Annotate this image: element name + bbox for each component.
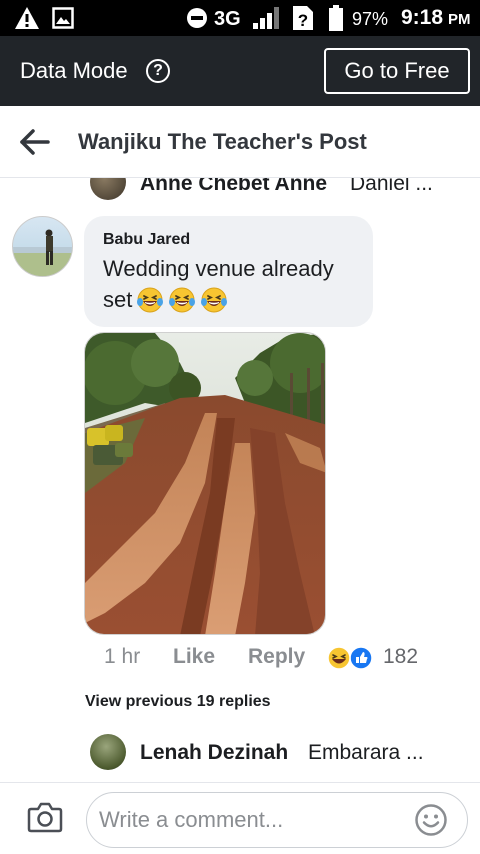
laughing-tears-icon (201, 287, 228, 313)
reaction-count[interactable]: 182 (383, 645, 418, 669)
laughing-tears-icon (137, 287, 164, 313)
clock-ampm: PM (448, 11, 471, 28)
comment-text-line: set (103, 286, 228, 314)
go-to-free-button[interactable]: Go to Free (324, 48, 470, 94)
comment-author-name[interactable]: Babu Jared (103, 231, 190, 249)
warning-icon (15, 7, 39, 29)
info-circle-icon[interactable]: ? (146, 59, 170, 83)
person-photo (13, 229, 72, 276)
reaction-icons[interactable] (326, 646, 374, 670)
status-bar: 3G ? 97% 9:18 PM (0, 0, 480, 36)
comment-actions: 1 hr Like Reply 182 (104, 645, 444, 671)
post-header: Wanjiku The Teacher's Post (0, 106, 480, 178)
reply-preview[interactable]: Anne Chebet Anne Daniel ... (0, 178, 480, 200)
signal-bars-icon (253, 7, 279, 29)
smiley-icon[interactable] (414, 803, 448, 837)
comment-photo[interactable] (84, 332, 326, 635)
reply-text: Daniel ... (350, 178, 433, 195)
no-sim-icon: ? (293, 6, 313, 30)
camera-icon[interactable] (27, 800, 63, 834)
avatar[interactable] (90, 734, 126, 770)
data-mode-bar: Data Mode ? Go to Free (0, 36, 480, 106)
image-icon (52, 7, 74, 29)
page-title: Wanjiku The Teacher's Post (78, 129, 367, 154)
svg-text:?: ? (298, 11, 308, 30)
comment-text-line: Wedding venue already (103, 256, 334, 281)
reply-button[interactable]: Reply (248, 645, 305, 669)
battery-percent: 97% (352, 9, 389, 29)
do-not-disturb-icon (187, 8, 207, 28)
clock-time: 9:18 (401, 6, 444, 29)
avatar[interactable] (90, 178, 126, 200)
comment-text: set (103, 287, 133, 312)
comment-input[interactable] (86, 792, 468, 848)
reply-text: Embarara ... (308, 741, 424, 764)
reply-author-name[interactable]: Anne Chebet Anne (140, 178, 327, 196)
laughing-tears-icon (169, 287, 196, 313)
back-arrow-icon[interactable] (18, 126, 52, 158)
comment-timestamp[interactable]: 1 hr (104, 645, 140, 669)
muddy-road-image (85, 333, 325, 634)
view-previous-replies-link[interactable]: View previous 19 replies (85, 693, 271, 711)
battery-icon (329, 5, 343, 31)
comment-bubble[interactable]: Babu Jared Wedding venue already set (84, 216, 373, 327)
network-type: 3G (214, 8, 241, 30)
comment-composer (0, 782, 480, 854)
like-button[interactable]: Like (173, 645, 215, 669)
haha-reaction-icon (327, 646, 351, 670)
reply-author-name[interactable]: Lenah Dezinah (140, 741, 288, 765)
avatar[interactable] (12, 216, 73, 277)
data-mode-label: Data Mode (20, 58, 128, 83)
